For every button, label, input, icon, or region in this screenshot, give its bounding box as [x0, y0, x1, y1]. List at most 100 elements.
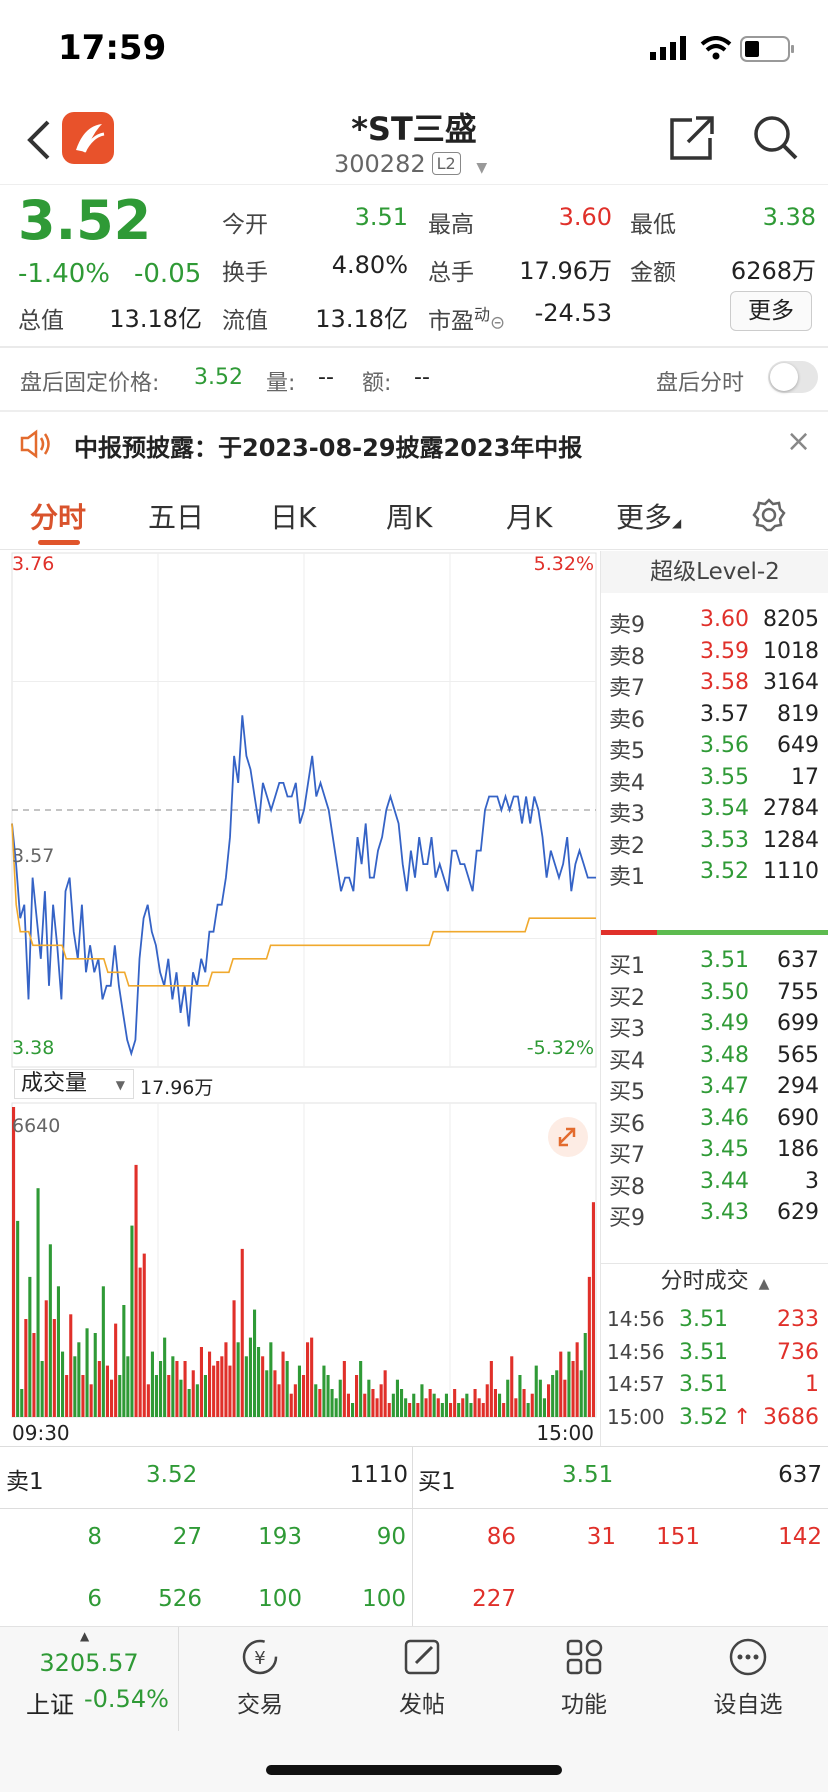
- ask-price: 3.58: [700, 670, 749, 695]
- ask-qty: 649: [777, 733, 819, 758]
- tab-intraday[interactable]: 分时: [30, 496, 86, 536]
- tab-post[interactable]: 发帖: [362, 1637, 482, 1719]
- more-button[interactable]: 更多: [730, 291, 812, 331]
- tick-cell: 151: [656, 1524, 700, 1550]
- tab-more[interactable]: 更多◢: [616, 496, 681, 536]
- pct-min-label: -5.32%: [526, 1037, 594, 1059]
- volume-bar: [306, 1342, 310, 1417]
- trade-icon: ¥: [242, 1639, 278, 1675]
- volume-bar: [61, 1351, 65, 1417]
- tick-detail: 卖1 3.52 1110 买1 3.51 637 8 27 193 90 6 526 100…: [0, 1446, 828, 1626]
- bid-price: 3.45: [700, 1137, 749, 1162]
- volume-bar: [424, 1398, 428, 1417]
- volume-bar: [530, 1393, 534, 1417]
- volume-bar: [330, 1389, 334, 1417]
- turnover-value: 4.80%: [331, 251, 408, 279]
- volume-bar: [453, 1389, 457, 1417]
- index-ticker[interactable]: ▲ 3205.57 上证 -0.54%: [0, 1627, 178, 1731]
- tab-weekly-k[interactable]: 周K: [386, 496, 432, 536]
- volume-bar: [85, 1328, 89, 1417]
- volume-bar: [591, 1202, 595, 1417]
- bid-price: 3.48: [700, 1042, 749, 1068]
- volume-bar: [318, 1389, 322, 1417]
- volume-bar: [555, 1370, 559, 1417]
- settings-icon[interactable]: [752, 498, 786, 532]
- volume-bar: [383, 1370, 387, 1417]
- chart-tabs: 分时 五日 日K 周K 月K 更多◢: [0, 480, 828, 550]
- volume-bar: [334, 1398, 338, 1417]
- bid-qty: 294: [777, 1074, 819, 1099]
- volume-bar: [138, 1267, 142, 1417]
- order-book-title[interactable]: 超级Level-2: [601, 551, 828, 593]
- volume-bar: [518, 1375, 522, 1417]
- trade-price: 3.51: [679, 1339, 728, 1365]
- amount-value: 6268万: [730, 257, 816, 285]
- low-label: 最低: [630, 212, 676, 238]
- volume-bar: [32, 1333, 36, 1417]
- tick-cell: 31: [586, 1524, 616, 1550]
- notice-banner[interactable]: 中报预披露：于2023-08-29披露2023年中报 ×: [0, 412, 828, 478]
- volume-bar: [183, 1361, 187, 1417]
- volume-bar: [97, 1361, 101, 1417]
- after-hours-toggle[interactable]: [768, 361, 818, 393]
- pe-info-icon[interactable]: ⊝: [490, 313, 505, 334]
- mcap-value: 13.18亿: [109, 305, 202, 333]
- after-hours-label: 盘后固定价格:: [20, 371, 160, 396]
- tab-trade[interactable]: ¥ 交易: [200, 1637, 320, 1719]
- tab-monthly-k[interactable]: 月K: [506, 496, 552, 536]
- trade-time: 14:56: [607, 1339, 665, 1364]
- expand-icon[interactable]: [548, 1117, 588, 1157]
- volume-bar: [322, 1365, 326, 1417]
- bid-row[interactable]: 买9 3.43 629: [601, 1196, 828, 1232]
- intraday-chart[interactable]: 3.76 5.32% 3.57 3.38 -5.32% 成交量 ▼ 17.96万 …: [0, 551, 600, 1451]
- volume-bar: [510, 1356, 514, 1417]
- volume-bar: [195, 1384, 199, 1417]
- volume-bar: [44, 1300, 48, 1417]
- ask-qty: 8205: [763, 607, 819, 632]
- ask-price: 3.52: [700, 859, 749, 884]
- trades-title[interactable]: 分时成交 ▲: [601, 1265, 828, 1299]
- turnover-label: 换手: [222, 260, 268, 286]
- status-bar: 17:59: [0, 0, 828, 96]
- volume-bar: [40, 1361, 44, 1417]
- volume-bar: [224, 1342, 228, 1417]
- volume-bar: [154, 1375, 158, 1417]
- volume-bar: [538, 1379, 542, 1417]
- bid-qty: 690: [777, 1105, 819, 1131]
- volume-bar: [118, 1375, 122, 1417]
- volume-bar: [65, 1375, 69, 1417]
- volume-bar: [583, 1333, 587, 1417]
- stock-code-row[interactable]: 300282 L2 ▼: [334, 150, 487, 178]
- volume-bar: [191, 1370, 195, 1417]
- volume-bar: [404, 1398, 408, 1417]
- tab-daily-k[interactable]: 日K: [270, 496, 316, 536]
- volume-bar: [481, 1403, 485, 1417]
- notice-text: 中报预披露：于2023-08-29披露2023年中报: [74, 434, 583, 462]
- tab-functions[interactable]: 功能: [524, 1637, 644, 1719]
- volume-bar: [310, 1337, 314, 1417]
- open-label: 今开: [222, 212, 268, 238]
- volume-bar: [36, 1188, 40, 1417]
- volume-selector[interactable]: 成交量 ▼: [14, 1069, 134, 1099]
- close-icon[interactable]: ×: [786, 424, 811, 459]
- volume-bar: [534, 1365, 538, 1417]
- search-icon[interactable]: [752, 114, 800, 162]
- share-icon[interactable]: [668, 114, 716, 162]
- volume-bar: [579, 1370, 583, 1417]
- ask-row[interactable]: 卖1 3.52 1110: [601, 855, 828, 891]
- tab-5day[interactable]: 五日: [148, 496, 204, 536]
- pe-label: 市盈动⊝: [428, 305, 506, 335]
- volume-bar: [342, 1361, 346, 1417]
- volume-bar: [461, 1398, 465, 1417]
- volume-bar: [122, 1305, 126, 1417]
- tab-watchlist[interactable]: 设自选: [688, 1637, 808, 1719]
- trade-row: 14:56 3.51 233: [601, 1303, 828, 1339]
- tick-cell: 142: [778, 1524, 822, 1550]
- tick-cell: 193: [258, 1524, 302, 1550]
- ask-qty: 1284: [763, 827, 819, 853]
- float-label: 流值: [222, 308, 268, 334]
- volume-bar: [159, 1361, 163, 1417]
- volume-bar: [502, 1403, 506, 1417]
- volume-bar: [571, 1361, 575, 1417]
- volume-bar: [542, 1398, 546, 1417]
